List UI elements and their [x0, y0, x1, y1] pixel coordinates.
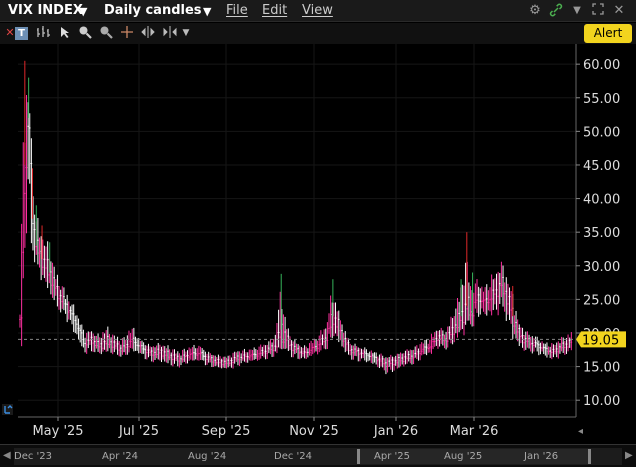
- timeframe-selector[interactable]: Daily candles: [104, 3, 202, 19]
- alert-button[interactable]: Alert: [584, 24, 632, 43]
- x-tick-label: Jul '25: [118, 424, 159, 439]
- navigator-label: Aug '24: [188, 451, 227, 462]
- timeframe-dropdown-icon[interactable]: ▼: [203, 4, 211, 20]
- y-tick-label: 15.00: [583, 361, 620, 376]
- y-tick-label: 40.00: [583, 193, 620, 208]
- zoom-out-icon[interactable]: [98, 25, 114, 41]
- scroll-right-icon[interactable]: ▶: [625, 450, 633, 461]
- time-navigator[interactable]: ◀ Dec '23 Apr '24 Aug '24 Dec '24 Apr '2…: [0, 444, 636, 467]
- price-chart[interactable]: 10.0015.0020.0025.0030.0035.0040.0045.00…: [0, 44, 636, 444]
- zoom-in-icon-glyph: [79, 26, 92, 39]
- x-axis-ticks: May '25 Jul '25 Sep '25 Nov '25 Jan '26 Mar '…: [32, 417, 498, 439]
- chart-toolbar: ✕ T ▼: [0, 23, 636, 44]
- link-icon[interactable]: [548, 3, 564, 21]
- x-tick-label: Jan '26: [373, 424, 418, 439]
- expand-horizontal-icon[interactable]: [162, 25, 178, 41]
- crosshair-icon[interactable]: [119, 25, 135, 41]
- navigator-label: Apr '24: [102, 451, 138, 462]
- menu-bar: VIX INDEX ▼ Daily candles ▼ File Edit Vi…: [0, 0, 636, 22]
- zoom-in-icon[interactable]: [77, 25, 93, 41]
- navigator-label: Dec '23: [14, 451, 53, 462]
- corner-marker-icon[interactable]: [2, 404, 13, 415]
- navigator-label: Jan '26: [524, 451, 559, 462]
- symbol-selector[interactable]: VIX INDEX: [8, 3, 83, 19]
- y-axis-ticks: 10.0015.0020.0025.0030.0035.0040.0045.00…: [576, 58, 620, 409]
- x-tick-label: Nov '25: [289, 424, 339, 439]
- bar-style-icon[interactable]: [35, 25, 51, 41]
- menu-file[interactable]: File: [226, 3, 248, 19]
- zoom-out-icon-glyph: [100, 26, 113, 39]
- navigator-label: Apr '25: [374, 451, 410, 462]
- text-tool-icon[interactable]: T: [15, 27, 28, 40]
- navigator-label: Aug '25: [444, 451, 483, 462]
- close-window-icon[interactable]: ✕: [611, 3, 627, 18]
- fit-horizontal-icon-glyph: [141, 26, 155, 38]
- link-icon-glyph: [549, 3, 563, 17]
- y-tick-label: 60.00: [583, 58, 620, 73]
- bar-style-icon-glyph: [37, 26, 50, 37]
- plot-area: [18, 44, 576, 417]
- menu-edit[interactable]: Edit: [262, 3, 287, 19]
- expand-horizontal-icon-glyph: [163, 26, 177, 38]
- last-price-tag: 19.05: [576, 331, 626, 348]
- tools-dropdown-icon[interactable]: ▼: [178, 25, 194, 41]
- navigator-track[interactable]: Dec '23 Apr '24 Aug '24 Dec '24 Apr '25 …: [14, 448, 622, 465]
- cursor-icon-glyph: [61, 27, 69, 38]
- last-price-label: 19.05: [582, 333, 619, 348]
- y-tick-label: 35.00: [583, 226, 620, 241]
- cursor-icon[interactable]: [57, 25, 73, 41]
- y-tick-label: 50.00: [583, 125, 620, 140]
- menu-view[interactable]: View: [302, 3, 333, 19]
- y-tick-label: 55.00: [583, 92, 620, 107]
- axis-arrow-icon[interactable]: ◂: [578, 426, 583, 437]
- navigator-label: Dec '24: [274, 451, 313, 462]
- detach-icon-glyph: [592, 3, 604, 15]
- scroll-left-icon[interactable]: ◀: [3, 450, 11, 461]
- x-tick-label: Sep '25: [202, 424, 251, 439]
- x-tick-label: Mar '26: [450, 424, 499, 439]
- fit-horizontal-icon[interactable]: [140, 25, 156, 41]
- gear-icon[interactable]: ⚙: [527, 3, 543, 18]
- symbol-dropdown-icon[interactable]: ▼: [79, 4, 87, 20]
- candlestick-chart[interactable]: 10.0015.0020.0025.0030.0035.0040.0045.00…: [0, 44, 636, 444]
- detach-icon[interactable]: [590, 3, 606, 19]
- y-tick-label: 30.00: [583, 260, 620, 275]
- x-tick-label: May '25: [32, 424, 83, 439]
- y-tick-label: 45.00: [583, 159, 620, 174]
- window-menu-icon[interactable]: ▼: [569, 5, 585, 16]
- y-tick-label: 25.00: [583, 293, 620, 308]
- crosshair-icon-glyph: [121, 26, 133, 38]
- y-tick-label: 10.00: [583, 394, 620, 409]
